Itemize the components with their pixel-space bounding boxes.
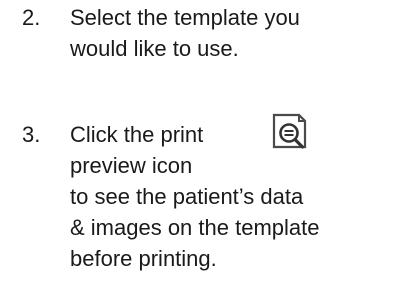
print-preview-icon — [269, 111, 313, 151]
step-text-line: to see the patient’s data — [70, 184, 304, 209]
step-number: 2. — [22, 5, 41, 30]
step-text-line: Select the template you — [70, 5, 300, 30]
step-number: 3. — [22, 122, 41, 147]
step-text-line: before printing. — [70, 246, 217, 271]
step-text-line: would like to use. — [70, 36, 239, 61]
step-text-line: & images on the template — [70, 215, 320, 240]
step-text-line: preview icon — [70, 153, 193, 178]
instruction-steps: 2. Select the template you would like to… — [0, 0, 400, 305]
step-text-line: Click the print — [70, 122, 204, 147]
